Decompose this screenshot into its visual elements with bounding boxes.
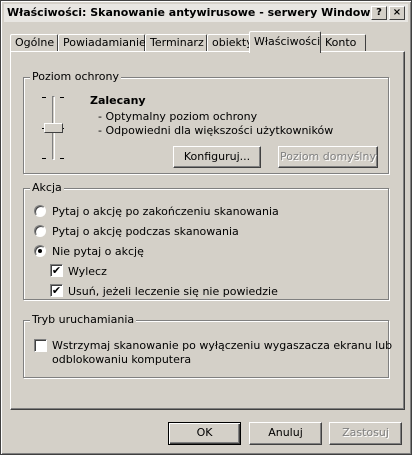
protection-level-slider[interactable] — [36, 94, 70, 164]
configure-button[interactable]: Konfiguruj... — [173, 146, 261, 168]
radio-do-not-ask-label[interactable]: Nie pytaj o akcję — [52, 245, 144, 258]
protection-level-group: Poziom ochrony Zalecany - Optymalny pozi… — [23, 70, 389, 174]
slider-thumb[interactable] — [44, 123, 63, 133]
ok-button[interactable]: OK — [168, 422, 241, 445]
cancel-button[interactable]: Anuluj — [249, 422, 322, 445]
tab-panel: Poziom ochrony Zalecany - Optymalny pozi… — [10, 51, 405, 410]
apply-button[interactable]: Zastosuj — [329, 422, 402, 445]
tab-label: Ogólne — [15, 36, 55, 49]
checkbox-disinfect-label[interactable]: Wylecz — [68, 265, 107, 278]
radio-ask-after-scan[interactable] — [34, 205, 46, 217]
default-level-button[interactable]: Poziom domyślny — [278, 146, 378, 168]
checkbox-pause-scan-label-line1[interactable]: Wstrzymaj skanowanie po wyłączeniu wygas… — [52, 339, 392, 352]
run-mode-title: Tryb uruchamiania — [30, 313, 137, 326]
tab-ogolne[interactable]: Ogólne — [10, 34, 58, 52]
checkbox-delete-if-fail-label[interactable]: Usuń, jeżeli leczenie się nie powiedzie — [68, 285, 278, 298]
help-button[interactable]: ? — [371, 6, 387, 20]
properties-dialog: Właściwości: Skanowanie antywirusowe - s… — [0, 0, 412, 455]
tab-label: Właściwości — [254, 35, 321, 48]
tab-label: Powiadamianie — [63, 36, 146, 49]
tab-wlasciwosci[interactable]: Właściwości — [249, 31, 321, 53]
protection-description-1: - Optymalny poziom ochrony — [98, 110, 258, 123]
protection-level-title: Poziom ochrony — [30, 70, 121, 83]
checkbox-disinfect[interactable]: ✔ — [50, 264, 63, 277]
window-title: Właściwości: Skanowanie antywirusowe - s… — [7, 6, 377, 19]
title-bar[interactable]: Właściwości: Skanowanie antywirusowe - s… — [4, 4, 408, 22]
run-mode-group: Tryb uruchamiania Wstrzymaj skanowanie p… — [23, 313, 392, 378]
tab-label: obiekty — [212, 36, 253, 49]
slider-tick — [42, 158, 46, 159]
protection-level-name: Zalecany — [90, 94, 146, 107]
slider-tick — [42, 97, 46, 98]
tab-obiekty[interactable]: obiekty — [207, 34, 253, 52]
checkbox-delete-if-fail[interactable]: ✔ — [50, 284, 63, 297]
radio-do-not-ask[interactable] — [34, 245, 46, 257]
checkbox-pause-scan[interactable] — [34, 339, 47, 352]
action-group: Akcja Pytaj o akcję po zakończeniu skano… — [23, 181, 389, 300]
tab-terminarz[interactable]: Terminarz — [145, 34, 207, 52]
radio-ask-during-scan[interactable] — [34, 225, 46, 237]
radio-ask-during-scan-label[interactable]: Pytaj o akcję podczas skanowania — [52, 225, 239, 238]
slider-tick — [60, 97, 64, 98]
radio-ask-after-scan-label[interactable]: Pytaj o akcję po zakończeniu skanowania — [52, 205, 279, 218]
protection-description-2: - Odpowiedni dla większości użytkowników — [98, 124, 334, 137]
tab-label: Terminarz — [150, 36, 204, 49]
tab-konto[interactable]: Konto — [320, 34, 366, 52]
checkbox-pause-scan-label-line2[interactable]: odblokowaniu komputera — [52, 353, 191, 366]
tab-powiadamianie[interactable]: Powiadamianie — [58, 34, 146, 52]
tab-label: Konto — [325, 36, 357, 49]
slider-tick — [60, 158, 64, 159]
action-group-title: Akcja — [30, 181, 64, 194]
close-button[interactable]: × — [389, 6, 405, 20]
